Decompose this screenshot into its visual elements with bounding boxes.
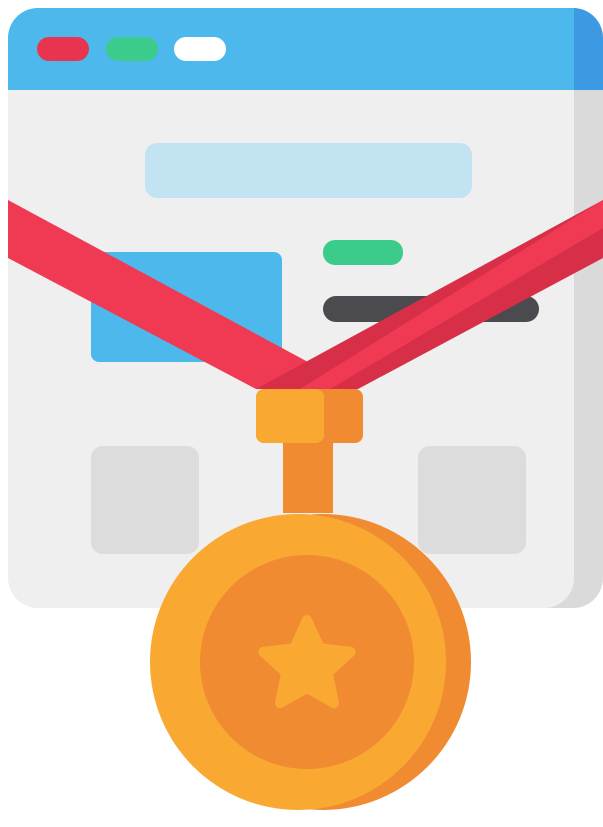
- window-minimize-dot-icon[interactable]: [106, 37, 158, 61]
- medal-clasp: [256, 389, 324, 443]
- window-close-dot-icon[interactable]: [37, 37, 89, 61]
- medal-over-browser-window-icon: [8, 8, 603, 810]
- titlebar: [8, 8, 574, 90]
- text-line-accent: [323, 240, 403, 265]
- search-bar[interactable]: [145, 143, 472, 198]
- card-placeholder-left: [91, 446, 199, 554]
- card-placeholder-right: [418, 446, 526, 554]
- medal-neck: [283, 443, 333, 513]
- illustration-canvas: [0, 0, 603, 827]
- window-maximize-dot-icon[interactable]: [174, 37, 226, 61]
